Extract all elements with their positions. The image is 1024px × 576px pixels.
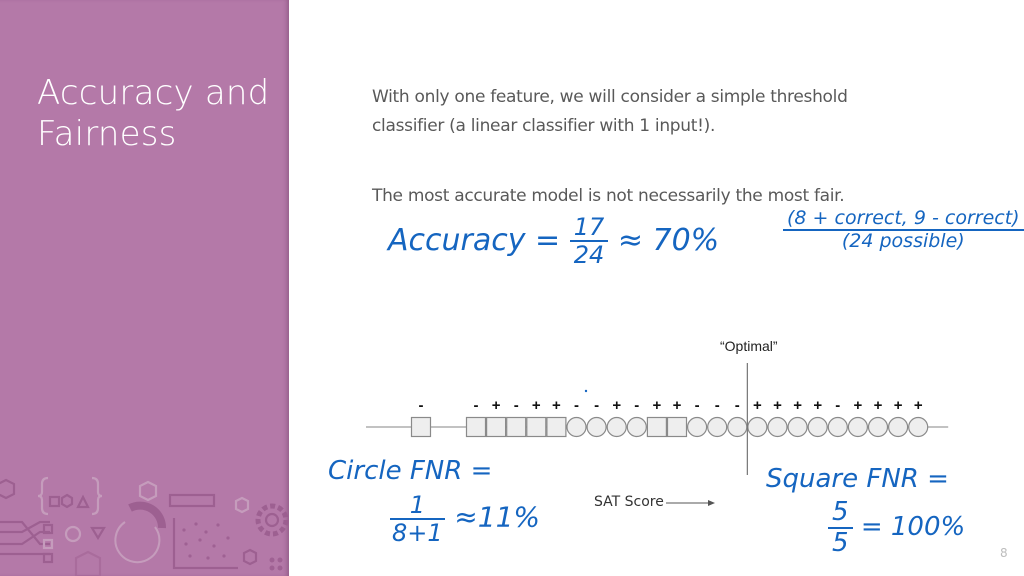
page-number: 8 (1000, 546, 1008, 560)
circle-point (686, 416, 708, 438)
negative-label: - (835, 397, 840, 414)
circle-point (626, 416, 647, 438)
positive-label: + (793, 397, 802, 414)
circle-point (807, 416, 828, 438)
square-point (646, 416, 668, 438)
square-point (465, 416, 487, 438)
negative-label: - (634, 397, 639, 414)
negative-label: - (514, 397, 519, 414)
square-point (546, 416, 567, 438)
circle-point (787, 416, 808, 438)
negative-label: - (574, 397, 579, 414)
negative-label: - (695, 397, 700, 414)
positive-label: + (753, 397, 762, 414)
square-point (526, 416, 547, 438)
circle-point (867, 416, 889, 438)
circle-point (566, 416, 587, 438)
circle-point (586, 416, 607, 438)
square-point (410, 416, 432, 438)
arrow-right-icon (666, 500, 715, 506)
negative-label: - (419, 397, 424, 414)
positive-label: + (492, 397, 501, 414)
circle-point (727, 416, 748, 438)
circle-point (747, 416, 768, 438)
circle-point (827, 416, 848, 438)
negative-label: - (594, 397, 599, 414)
number-line-figure: - - + - + + - - + - + + - - - + + + + - + + + + (366, 363, 949, 475)
circle-point (767, 416, 788, 438)
square-point (666, 416, 688, 438)
square-point (486, 416, 507, 438)
positive-label: + (773, 397, 782, 414)
positive-label: + (854, 397, 863, 414)
positive-label: + (673, 397, 682, 414)
square-point (506, 416, 527, 438)
positive-label: + (532, 397, 541, 414)
threshold-label: “Optimal” (720, 338, 778, 354)
negative-label: - (735, 397, 740, 414)
axis-label: SAT Score (594, 494, 664, 510)
circle-point (887, 416, 909, 438)
positive-label: + (612, 397, 621, 414)
positive-label: + (653, 397, 662, 414)
positive-label: + (813, 397, 822, 414)
circle-point (707, 416, 728, 438)
positive-label: + (874, 397, 883, 414)
circle-point (847, 416, 869, 438)
positive-label: + (552, 397, 561, 414)
circle-point (606, 416, 627, 438)
negative-label: - (474, 397, 479, 414)
positive-label: + (894, 397, 903, 414)
ink-dot (584, 389, 588, 393)
negative-label: - (715, 397, 720, 414)
circle-point (908, 416, 929, 438)
positive-label: + (914, 397, 923, 414)
